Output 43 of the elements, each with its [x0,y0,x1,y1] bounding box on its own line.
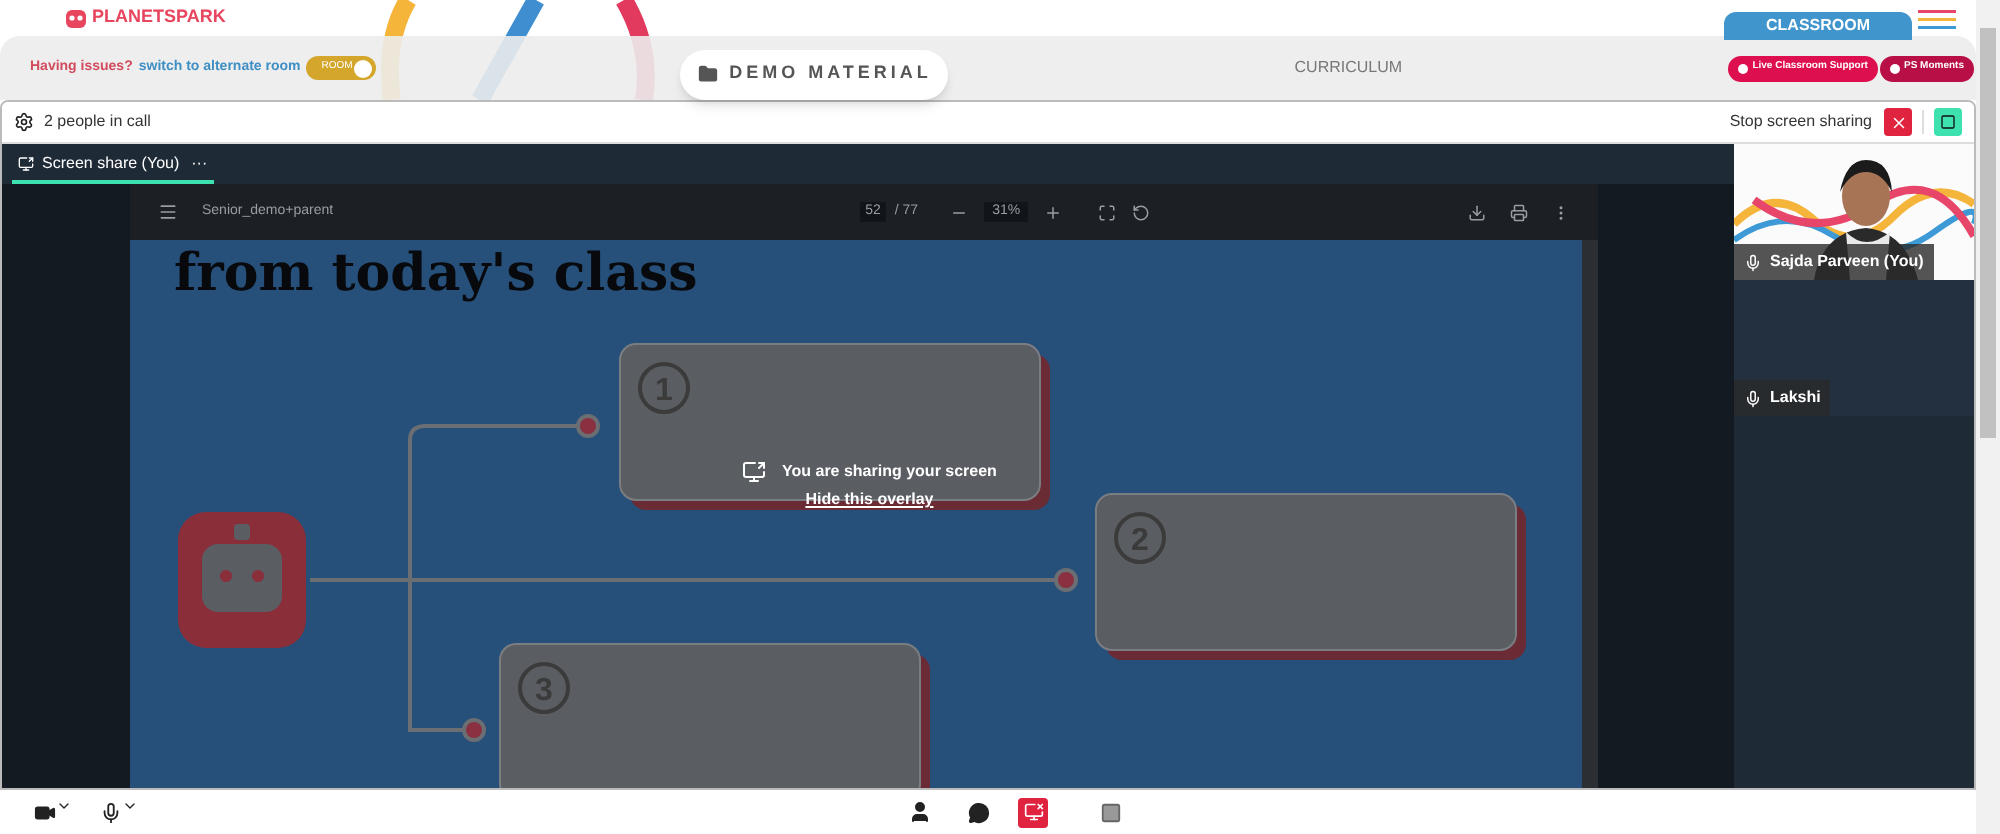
download-icon[interactable] [1468,203,1486,221]
caret-icon[interactable] [56,798,72,814]
fit-page-icon[interactable] [1098,203,1117,221]
participants-icon[interactable] [908,800,932,824]
mic-icon [1744,389,1762,407]
close-icon [1889,113,1907,131]
participant-name: Lakshi [1770,386,1821,410]
classroom-tab[interactable]: CLASSROOM [1724,12,1912,40]
curriculum-tab[interactable]: CURRICULUM [1294,56,1403,80]
chat-icon[interactable] [968,801,990,823]
mic-icon[interactable] [100,801,122,823]
page-scrollbar[interactable] [1976,0,2000,834]
logo-text: PLANETSPARK [92,4,226,31]
settings-icon[interactable] [14,112,34,132]
scrollbar[interactable] [1582,240,1598,788]
screen-share-icon [18,155,34,171]
folder-icon [697,64,718,84]
camera-icon[interactable] [34,801,56,823]
square-icon [1940,114,1956,130]
stop-sharing-button[interactable] [1884,108,1912,136]
logo-icon [64,6,88,30]
screen-share-icon [742,460,766,484]
people-count: 2 people in call [44,110,151,134]
menu-icon[interactable] [1918,10,1956,30]
hide-overlay-link[interactable]: Hide this overlay [805,488,934,512]
slide-heading: from today's class [174,242,698,308]
print-icon[interactable] [1510,203,1528,221]
zoom-in-icon[interactable] [1044,203,1063,221]
robot-icon [178,512,306,648]
participant-name: Sajda Parveen (You) [1770,250,1924,274]
mic-icon [1744,253,1762,271]
sharing-message: You are sharing your screen [782,460,997,484]
tab-label: Screen share (You) [42,151,180,175]
stop-sharing-label: Stop screen sharing [1729,110,1872,134]
screen-share-toggle[interactable] [1018,797,1048,827]
menu-icon[interactable] [158,202,178,222]
rotate-icon[interactable] [1132,203,1151,221]
screen-share-icon [1023,802,1043,822]
tab-menu[interactable]: ··· [191,151,208,175]
whiteboard-icon[interactable] [1100,801,1122,823]
demo-material-button[interactable]: DEMO MATERIAL [680,49,949,99]
caret-icon[interactable] [122,798,138,814]
layout-button[interactable] [1934,108,1962,136]
